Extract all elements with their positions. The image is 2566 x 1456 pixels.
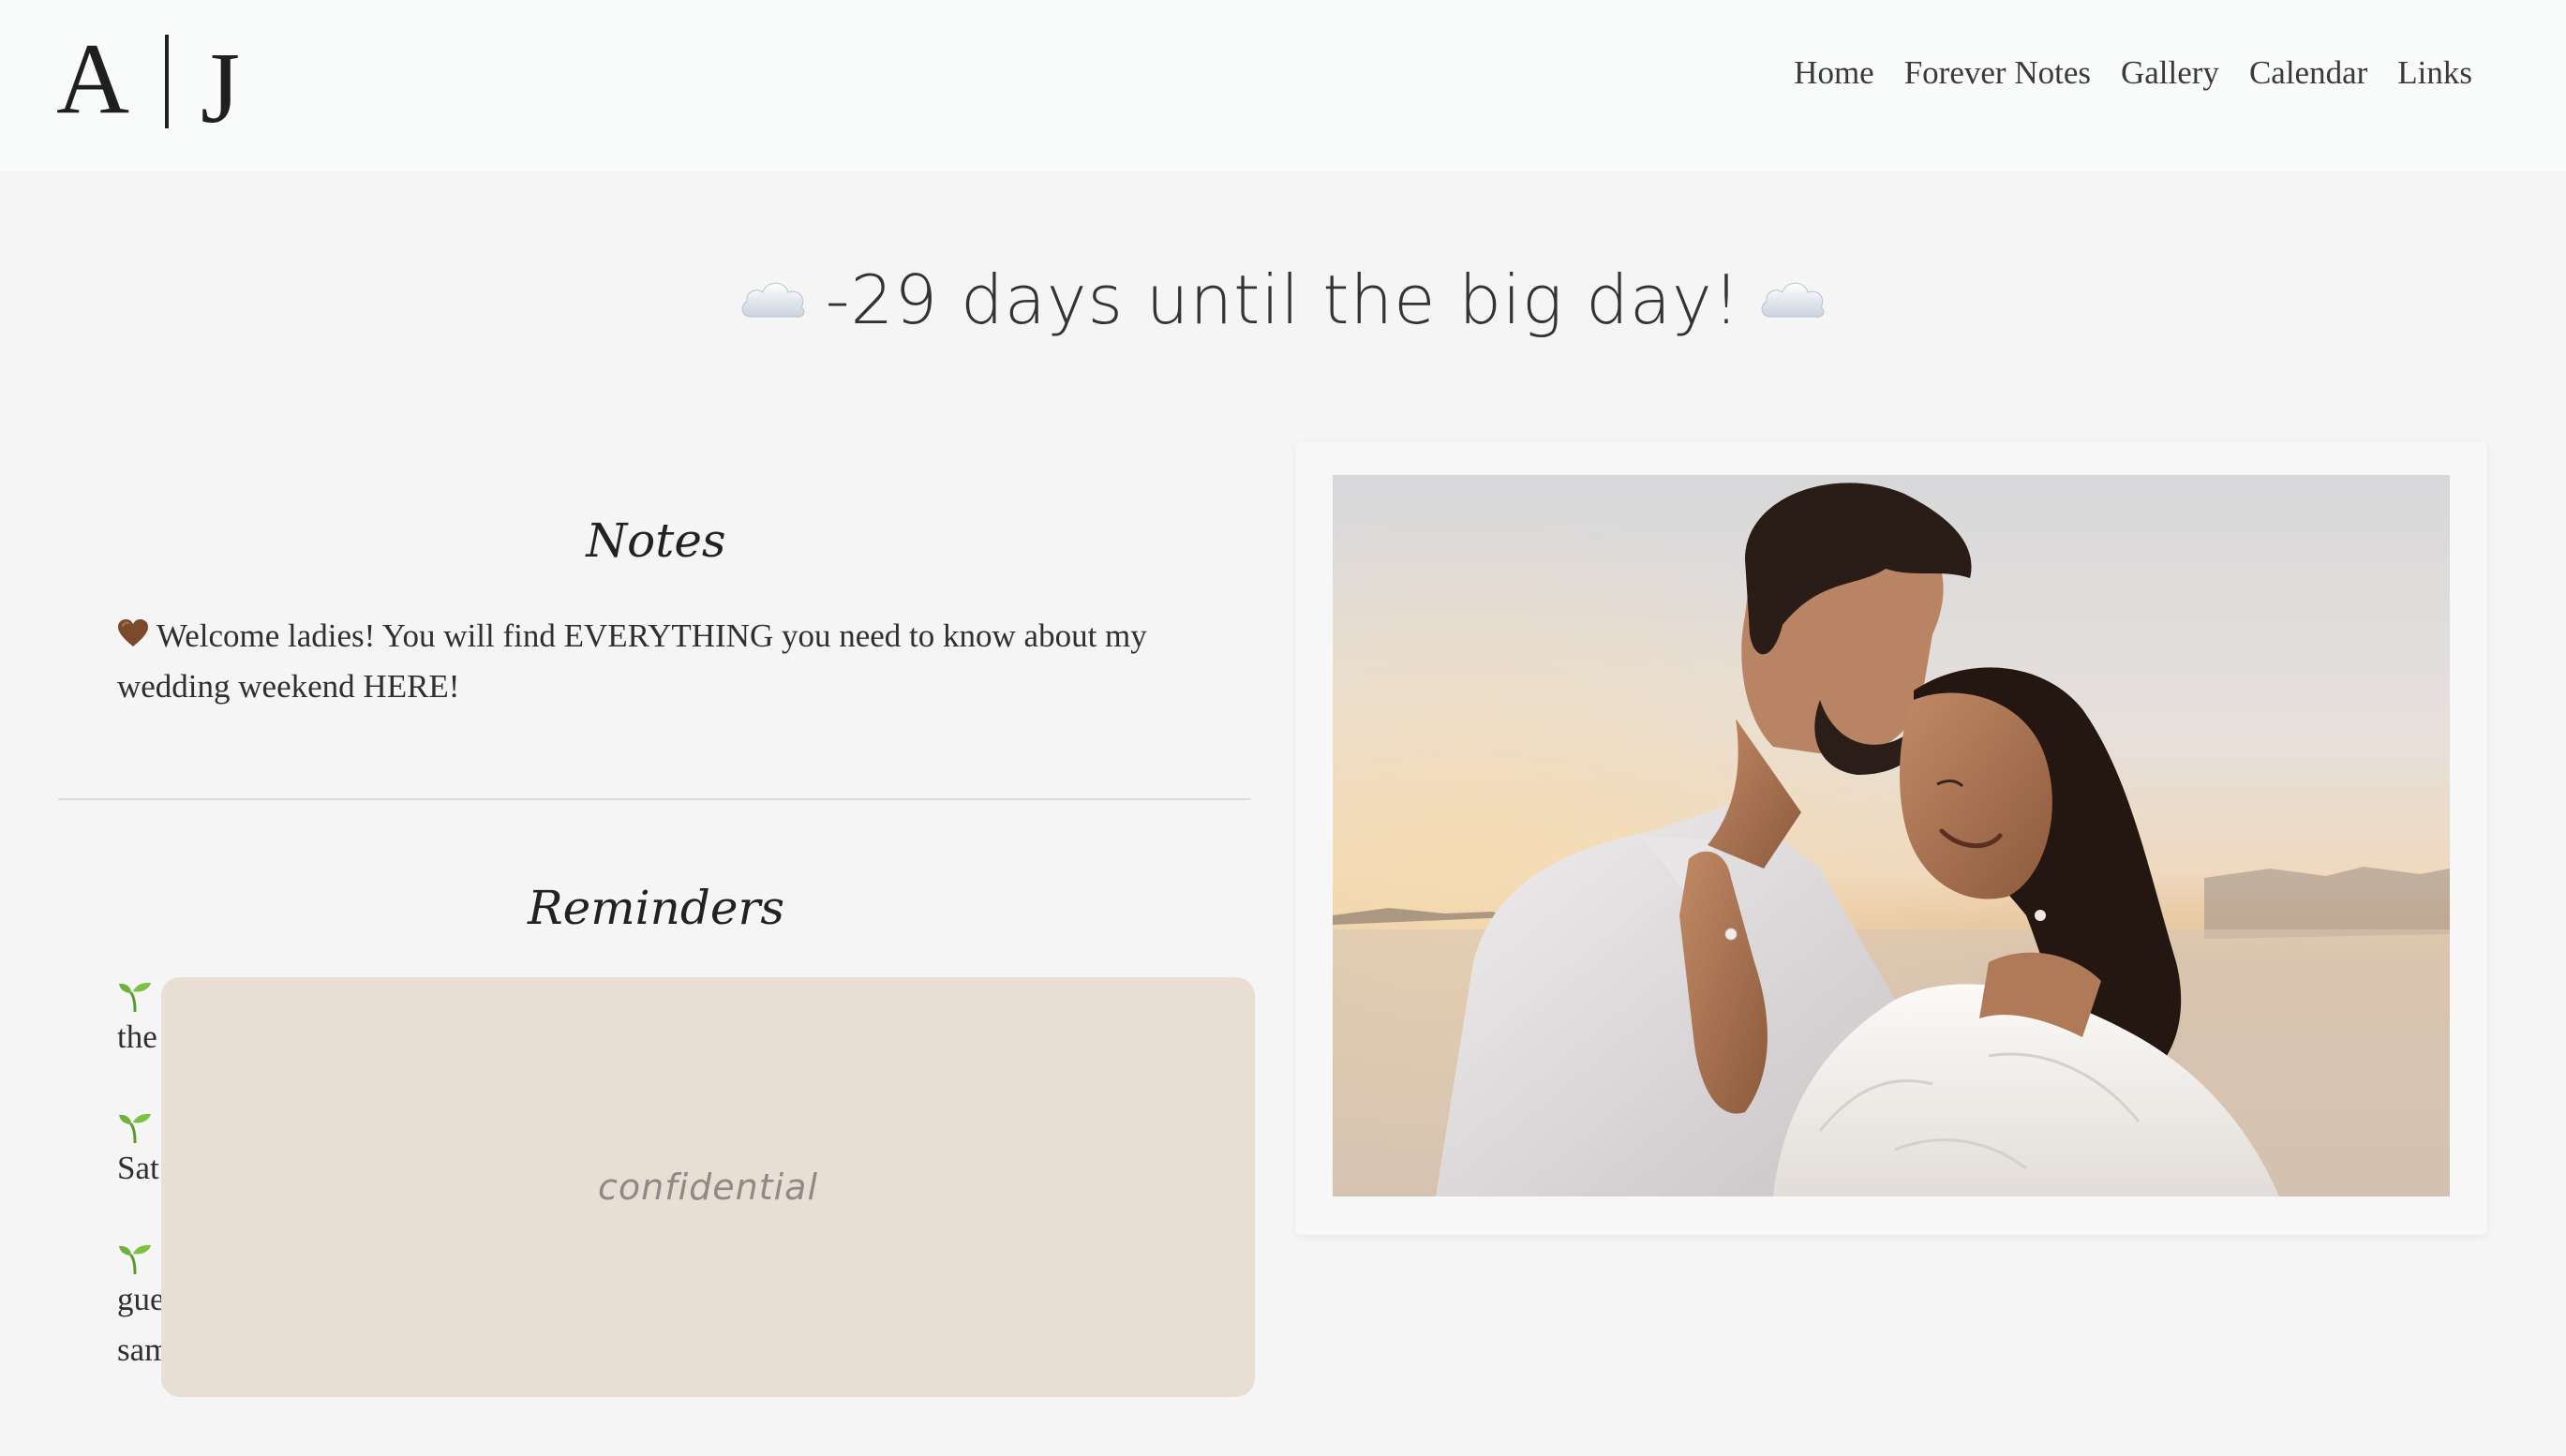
welcome-text: Welcome ladies! You will find EVERYTHING… <box>117 617 1147 705</box>
section-divider <box>58 798 1251 800</box>
logo-divider <box>165 35 169 128</box>
sprout-icon <box>119 982 151 1012</box>
photo-card <box>1295 442 2487 1235</box>
reminder-text: gue <box>117 1281 165 1317</box>
nav-calendar[interactable]: Calendar <box>2249 54 2367 92</box>
couple-photo[interactable] <box>1333 475 2450 1196</box>
sprout-icon <box>119 1113 151 1143</box>
countdown-banner: -29 days until the big day! <box>0 260 2566 339</box>
site-header: A J Home Forever Notes Gallery Calendar … <box>0 0 2566 171</box>
sprout-icon <box>119 1244 151 1274</box>
main-nav: Home Forever Notes Gallery Calendar Link… <box>1794 54 2472 92</box>
photo-illustration <box>1333 475 2450 1196</box>
nav-gallery[interactable]: Gallery <box>2121 54 2219 92</box>
reminders-title: Reminders <box>528 881 784 935</box>
logo-initial-a: A <box>56 23 131 135</box>
notes-title: Notes <box>586 513 726 568</box>
welcome-note: Welcome ladies! You will find EVERYTHING… <box>117 611 1167 712</box>
confidential-label: confidential <box>597 1166 819 1208</box>
brown-heart-icon <box>118 619 148 646</box>
reminder-item: the <box>117 980 157 1062</box>
cloud-icon <box>741 282 804 318</box>
confidential-overlay: confidential <box>161 977 1255 1397</box>
reminder-text: Sat <box>117 1150 159 1186</box>
nav-forever-notes[interactable]: Forever Notes <box>1904 54 2091 92</box>
site-logo[interactable]: A J <box>56 19 242 144</box>
nav-links[interactable]: Links <box>2397 54 2472 92</box>
countdown-text: -29 days until the big day! <box>825 260 1741 339</box>
reminder-text: the <box>117 1018 157 1055</box>
cloud-icon <box>1762 282 1825 318</box>
logo-initial-j: J <box>201 33 243 144</box>
reminder-item: Sat <box>117 1111 159 1194</box>
nav-home[interactable]: Home <box>1794 54 1874 92</box>
